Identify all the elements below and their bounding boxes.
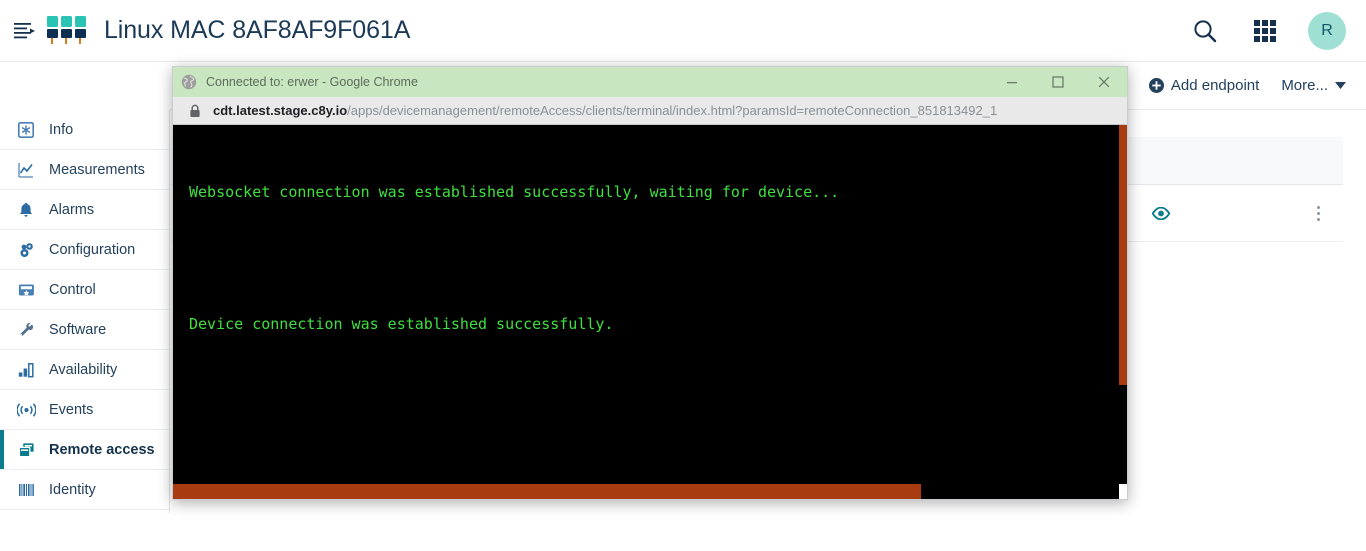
- sidebar-item-label: Availability: [49, 361, 118, 378]
- eye-icon: [1152, 206, 1170, 220]
- sidebar-item-control[interactable]: Control: [0, 270, 169, 310]
- sidebar-item-alarms[interactable]: Alarms: [0, 190, 169, 230]
- nav-collapse-toggle[interactable]: [6, 22, 44, 40]
- page-title: Linux MAC 8AF8AF9F061A: [104, 16, 411, 44]
- app-header: Linux MAC 8AF8AF9F061A R: [0, 0, 1366, 62]
- cumulocity-connectors-logo: [47, 15, 86, 44]
- app-switcher-button[interactable]: [1248, 14, 1282, 48]
- sidebar-item-identity[interactable]: Identity: [0, 470, 169, 510]
- vertical-dots-icon: [1317, 211, 1320, 215]
- user-avatar[interactable]: R: [1308, 11, 1346, 50]
- remote-windows-icon: [14, 442, 38, 458]
- terminal-horizontal-scrollbar-thumb[interactable]: [173, 484, 921, 499]
- sidebar: Info Measurements Alarms Configuration C…: [0, 110, 170, 513]
- padlock-secure-icon: [189, 104, 203, 118]
- sidebar-item-remote-access[interactable]: Remote access: [0, 430, 169, 470]
- terminal-vertical-scrollbar-thumb[interactable]: [1119, 125, 1127, 385]
- header-actions: R: [1188, 11, 1346, 50]
- window-controls: [989, 67, 1127, 97]
- chrome-globe-favicon: [181, 74, 197, 90]
- omnibox[interactable]: cdt.latest.stage.c8y.io/apps/devicemanag…: [173, 97, 1127, 125]
- more-dropdown-button[interactable]: More...: [1281, 77, 1346, 94]
- broadcast-signal-icon: [14, 402, 38, 418]
- sidebar-item-availability[interactable]: Availability: [0, 350, 169, 390]
- add-endpoint-button[interactable]: Add endpoint: [1148, 77, 1260, 94]
- sidebar-item-label: Measurements: [49, 161, 145, 178]
- terminal-line: Device connection was established succes…: [189, 315, 614, 333]
- vertical-dots-icon: [1317, 217, 1320, 221]
- search-icon: [1194, 19, 1217, 42]
- line-chart-icon: [14, 162, 38, 178]
- sidebar-item-label: Info: [49, 121, 74, 138]
- menu-collapse-icon: [14, 22, 35, 38]
- url-host: cdt.latest.stage.c8y.io: [213, 103, 348, 118]
- asterisk-info-icon: [14, 121, 38, 138]
- window-title: Connected to: erwer - Google Chrome: [206, 75, 418, 89]
- terminal[interactable]: Websocket connection was established suc…: [173, 125, 1127, 499]
- vertical-dots-icon: [1317, 205, 1320, 209]
- sidebar-item-events[interactable]: Events: [0, 390, 169, 430]
- chevron-down-icon: [1335, 82, 1346, 89]
- window-minimize-icon: [1007, 82, 1017, 84]
- sidebar-item-label: Software: [49, 321, 107, 338]
- bar-chart-icon: [14, 362, 38, 378]
- window-minimize-button[interactable]: [989, 67, 1035, 97]
- sidebar-item-label: Control: [49, 281, 96, 298]
- sidebar-item-info[interactable]: Info: [0, 110, 169, 150]
- terminal-output: Websocket connection was established suc…: [173, 125, 1127, 499]
- sidebar-item-measurements[interactable]: Measurements: [0, 150, 169, 190]
- window-maximize-icon: [1052, 76, 1064, 88]
- terminal-vertical-scrollbar-track[interactable]: [1119, 125, 1127, 499]
- omnibox-url: cdt.latest.stage.c8y.io/apps/devicemanag…: [213, 103, 997, 118]
- browser-window: Connected to: erwer - Google Chrome cdt.…: [172, 66, 1128, 500]
- sidebar-item-label: Remote access: [49, 441, 155, 458]
- terminal-scrollbar-corner: [1119, 484, 1127, 499]
- app-switcher-grid-icon: [1254, 19, 1276, 42]
- sidebar-item-configuration[interactable]: Configuration: [0, 230, 169, 270]
- window-close-button[interactable]: [1081, 67, 1127, 97]
- sidebar-item-label: Alarms: [49, 201, 95, 218]
- sidebar-item-label: Configuration: [49, 241, 136, 258]
- search-button[interactable]: [1188, 14, 1222, 48]
- window-maximize-button[interactable]: [1035, 67, 1081, 97]
- row-more-menu-button[interactable]: [1317, 205, 1320, 221]
- brand-logo[interactable]: [46, 14, 88, 48]
- sidebar-item-label: Events: [49, 401, 94, 418]
- control-device-icon: [14, 282, 38, 298]
- plus-circle-icon: [1148, 78, 1164, 93]
- terminal-line: Websocket connection was established suc…: [189, 183, 840, 201]
- sidebar-item-label: Identity: [49, 481, 96, 498]
- barcode-icon: [14, 482, 38, 498]
- row-visibility-toggle[interactable]: [1152, 206, 1170, 220]
- window-titlebar[interactable]: Connected to: erwer - Google Chrome: [173, 67, 1127, 97]
- avatar-initial: R: [1321, 21, 1333, 39]
- software-wrench-icon: [14, 322, 38, 338]
- gears-icon: [14, 242, 38, 258]
- url-path: /apps/devicemanagement/remoteAccess/clie…: [347, 103, 998, 118]
- add-endpoint-label: Add endpoint: [1170, 77, 1260, 94]
- bell-icon: [14, 202, 38, 218]
- sidebar-item-software[interactable]: Software: [0, 310, 169, 350]
- terminal-horizontal-scrollbar-track[interactable]: [173, 484, 1127, 499]
- more-label: More...: [1281, 77, 1328, 94]
- window-close-icon: [1098, 76, 1110, 88]
